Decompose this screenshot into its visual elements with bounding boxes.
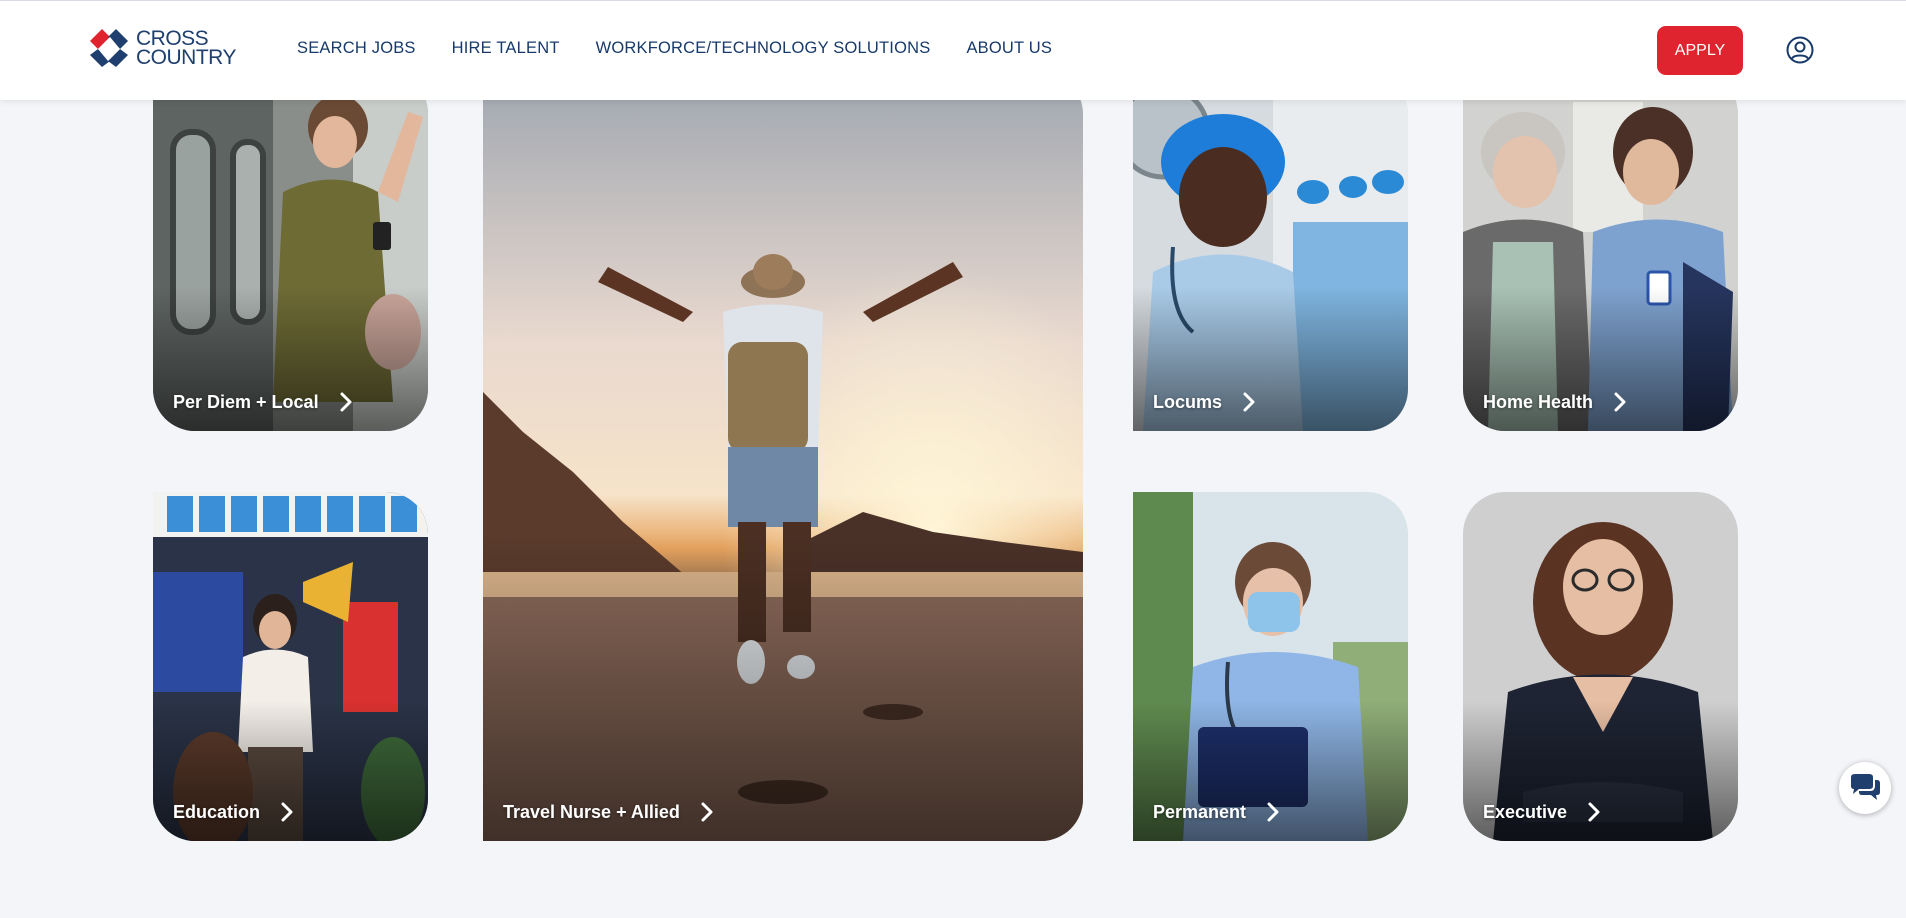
chevron-right-icon <box>1588 802 1600 822</box>
chevron-right-icon <box>1243 392 1255 412</box>
tile-home-health[interactable]: Home Health <box>1463 72 1738 431</box>
chevron-right-icon <box>281 802 293 822</box>
chevron-right-icon <box>701 802 713 822</box>
chevron-right-icon <box>1614 392 1626 412</box>
tile-label: Travel Nurse + Allied <box>503 801 680 822</box>
tile-label-row: Per Diem + Local <box>173 391 353 413</box>
tile-travel-nurse-allied[interactable]: Travel Nurse + Allied <box>483 72 1083 841</box>
tile-label: Permanent <box>1153 801 1247 822</box>
cross-country-logo[interactable]: CROSS COUNTRY <box>88 27 236 69</box>
logo-mark-icon <box>90 29 128 67</box>
tile-education[interactable]: Education <box>153 492 428 841</box>
logo-line-2: COUNTRY <box>136 46 236 69</box>
tile-label: Per Diem + Local <box>173 391 319 412</box>
tile-locums[interactable]: Locums <box>1133 72 1408 431</box>
tile-per-diem-local[interactable]: Per Diem + Local <box>153 72 428 431</box>
tile-permanent[interactable]: Permanent <box>1133 492 1408 841</box>
logo-wordmark: CROSS COUNTRY <box>136 28 236 69</box>
chevron-right-icon <box>340 392 352 412</box>
tile-label-row: Home Health <box>1483 391 1627 413</box>
tile-label: Executive <box>1483 801 1568 822</box>
apply-button[interactable]: APPLY <box>1657 26 1743 75</box>
tile-label-row: Permanent <box>1153 801 1280 823</box>
tile-label-row: Travel Nurse + Allied <box>503 801 714 823</box>
tile-shade <box>483 533 1083 841</box>
tile-label-row: Executive <box>1483 801 1601 823</box>
user-circle-icon[interactable] <box>1786 36 1814 64</box>
nav-about-us[interactable]: ABOUT US <box>966 39 1052 58</box>
site-header: CROSS COUNTRY SEARCH JOBS HIRE TALENT WO… <box>0 0 1906 100</box>
nav-hire-talent[interactable]: HIRE TALENT <box>452 39 560 58</box>
tile-label: Locums <box>1153 391 1223 412</box>
nav-search-jobs[interactable]: SEARCH JOBS <box>297 39 416 58</box>
nav-workforce-technology-solutions[interactable]: WORKFORCE/TECHNOLOGY SOLUTIONS <box>596 39 931 58</box>
main-nav: SEARCH JOBS HIRE TALENT WORKFORCE/TECHNO… <box>297 39 1052 58</box>
chevron-right-icon <box>1267 802 1279 822</box>
tile-label: Home Health <box>1483 391 1594 412</box>
chat-button[interactable] <box>1839 762 1891 814</box>
chat-bubbles-icon <box>1851 774 1880 800</box>
tile-label: Education <box>173 801 261 822</box>
tile-label-row: Locums <box>1153 391 1256 413</box>
tile-label-row: Education <box>173 801 294 823</box>
tile-executive[interactable]: Executive <box>1463 492 1738 841</box>
